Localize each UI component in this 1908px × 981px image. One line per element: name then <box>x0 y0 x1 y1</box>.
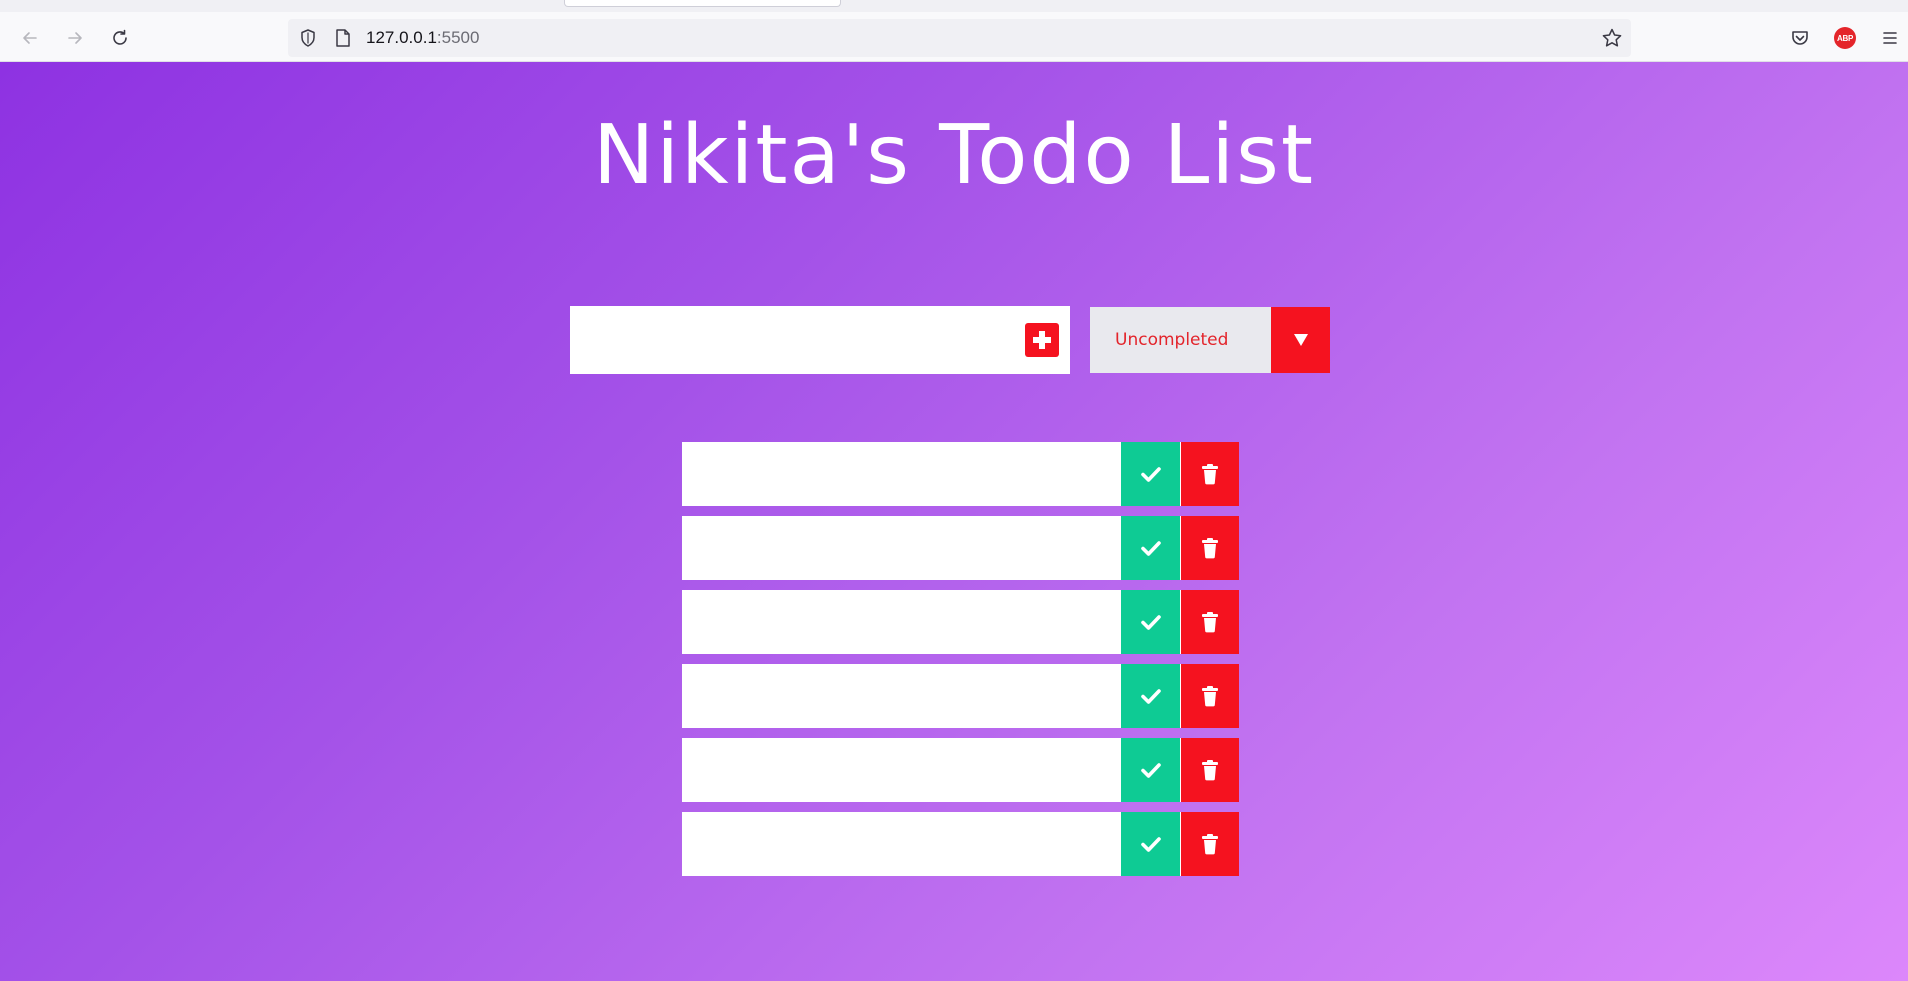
todo-item <box>682 516 1239 580</box>
todo-input[interactable] <box>570 306 1010 374</box>
url-bar[interactable]: 127.0.0.1:5500 <box>288 19 1631 57</box>
delete-button[interactable] <box>1181 516 1239 580</box>
browser-toolbar: 127.0.0.1:5500 ABP <box>0 0 1908 62</box>
delete-button[interactable] <box>1181 664 1239 728</box>
complete-button[interactable] <box>1121 590 1180 654</box>
delete-button[interactable] <box>1181 442 1239 506</box>
todo-item <box>682 442 1239 506</box>
arrow-left-icon <box>23 32 37 44</box>
trash-icon <box>1202 686 1218 707</box>
back-button[interactable] <box>16 24 44 52</box>
todo-item <box>682 812 1239 876</box>
todo-item <box>682 664 1239 728</box>
forward-button[interactable] <box>61 24 89 52</box>
todo-list <box>682 442 1239 886</box>
trash-icon <box>1202 538 1218 559</box>
check-icon <box>1140 837 1161 852</box>
url-host: 127.0.0.1 <box>366 28 437 47</box>
delete-button[interactable] <box>1181 590 1239 654</box>
menu-button[interactable] <box>1878 26 1902 50</box>
check-icon <box>1140 467 1161 482</box>
page-title: Nikita's Todo List <box>592 108 1316 203</box>
adblock-icon: ABP <box>1834 27 1856 49</box>
delete-button[interactable] <box>1181 812 1239 876</box>
pocket-button[interactable] <box>1788 26 1812 50</box>
check-icon <box>1140 689 1161 704</box>
filter-selected-value: Uncompleted <box>1115 330 1229 350</box>
url-port: :5500 <box>436 28 480 47</box>
hamburger-menu-icon <box>1883 32 1897 44</box>
trash-icon <box>1202 760 1218 781</box>
trash-icon <box>1202 834 1218 855</box>
check-icon <box>1140 615 1161 630</box>
active-tab[interactable] <box>564 0 841 7</box>
complete-button[interactable] <box>1121 812 1180 876</box>
add-todo-button[interactable] <box>1025 323 1059 357</box>
reload-icon <box>113 29 127 45</box>
complete-button[interactable] <box>1121 664 1180 728</box>
adblock-button[interactable]: ABP <box>1833 26 1857 50</box>
filter-dropdown-button[interactable] <box>1271 307 1330 373</box>
check-icon <box>1140 763 1161 778</box>
todo-item <box>682 738 1239 802</box>
check-icon <box>1140 541 1161 556</box>
plus-square-icon <box>1033 331 1051 349</box>
filter-select[interactable]: Uncompleted <box>1090 307 1330 373</box>
arrow-right-icon <box>68 32 82 44</box>
caret-down-icon <box>1293 334 1308 346</box>
todo-item <box>682 590 1239 654</box>
todo-form <box>570 306 1070 374</box>
complete-button[interactable] <box>1121 516 1180 580</box>
delete-button[interactable] <box>1181 738 1239 802</box>
todo-app: Nikita's Todo List Uncompleted <box>0 62 1908 981</box>
complete-button[interactable] <box>1121 442 1180 506</box>
page-icon[interactable] <box>334 28 352 48</box>
trash-icon <box>1202 612 1218 633</box>
complete-button[interactable] <box>1121 738 1180 802</box>
star-icon[interactable] <box>1601 27 1623 49</box>
url-text[interactable]: 127.0.0.1:5500 <box>366 28 479 48</box>
pocket-icon <box>1792 31 1808 45</box>
trash-icon <box>1202 464 1218 485</box>
tab-strip <box>0 0 1908 12</box>
reload-button[interactable] <box>106 24 134 52</box>
shield-icon[interactable] <box>298 28 318 48</box>
